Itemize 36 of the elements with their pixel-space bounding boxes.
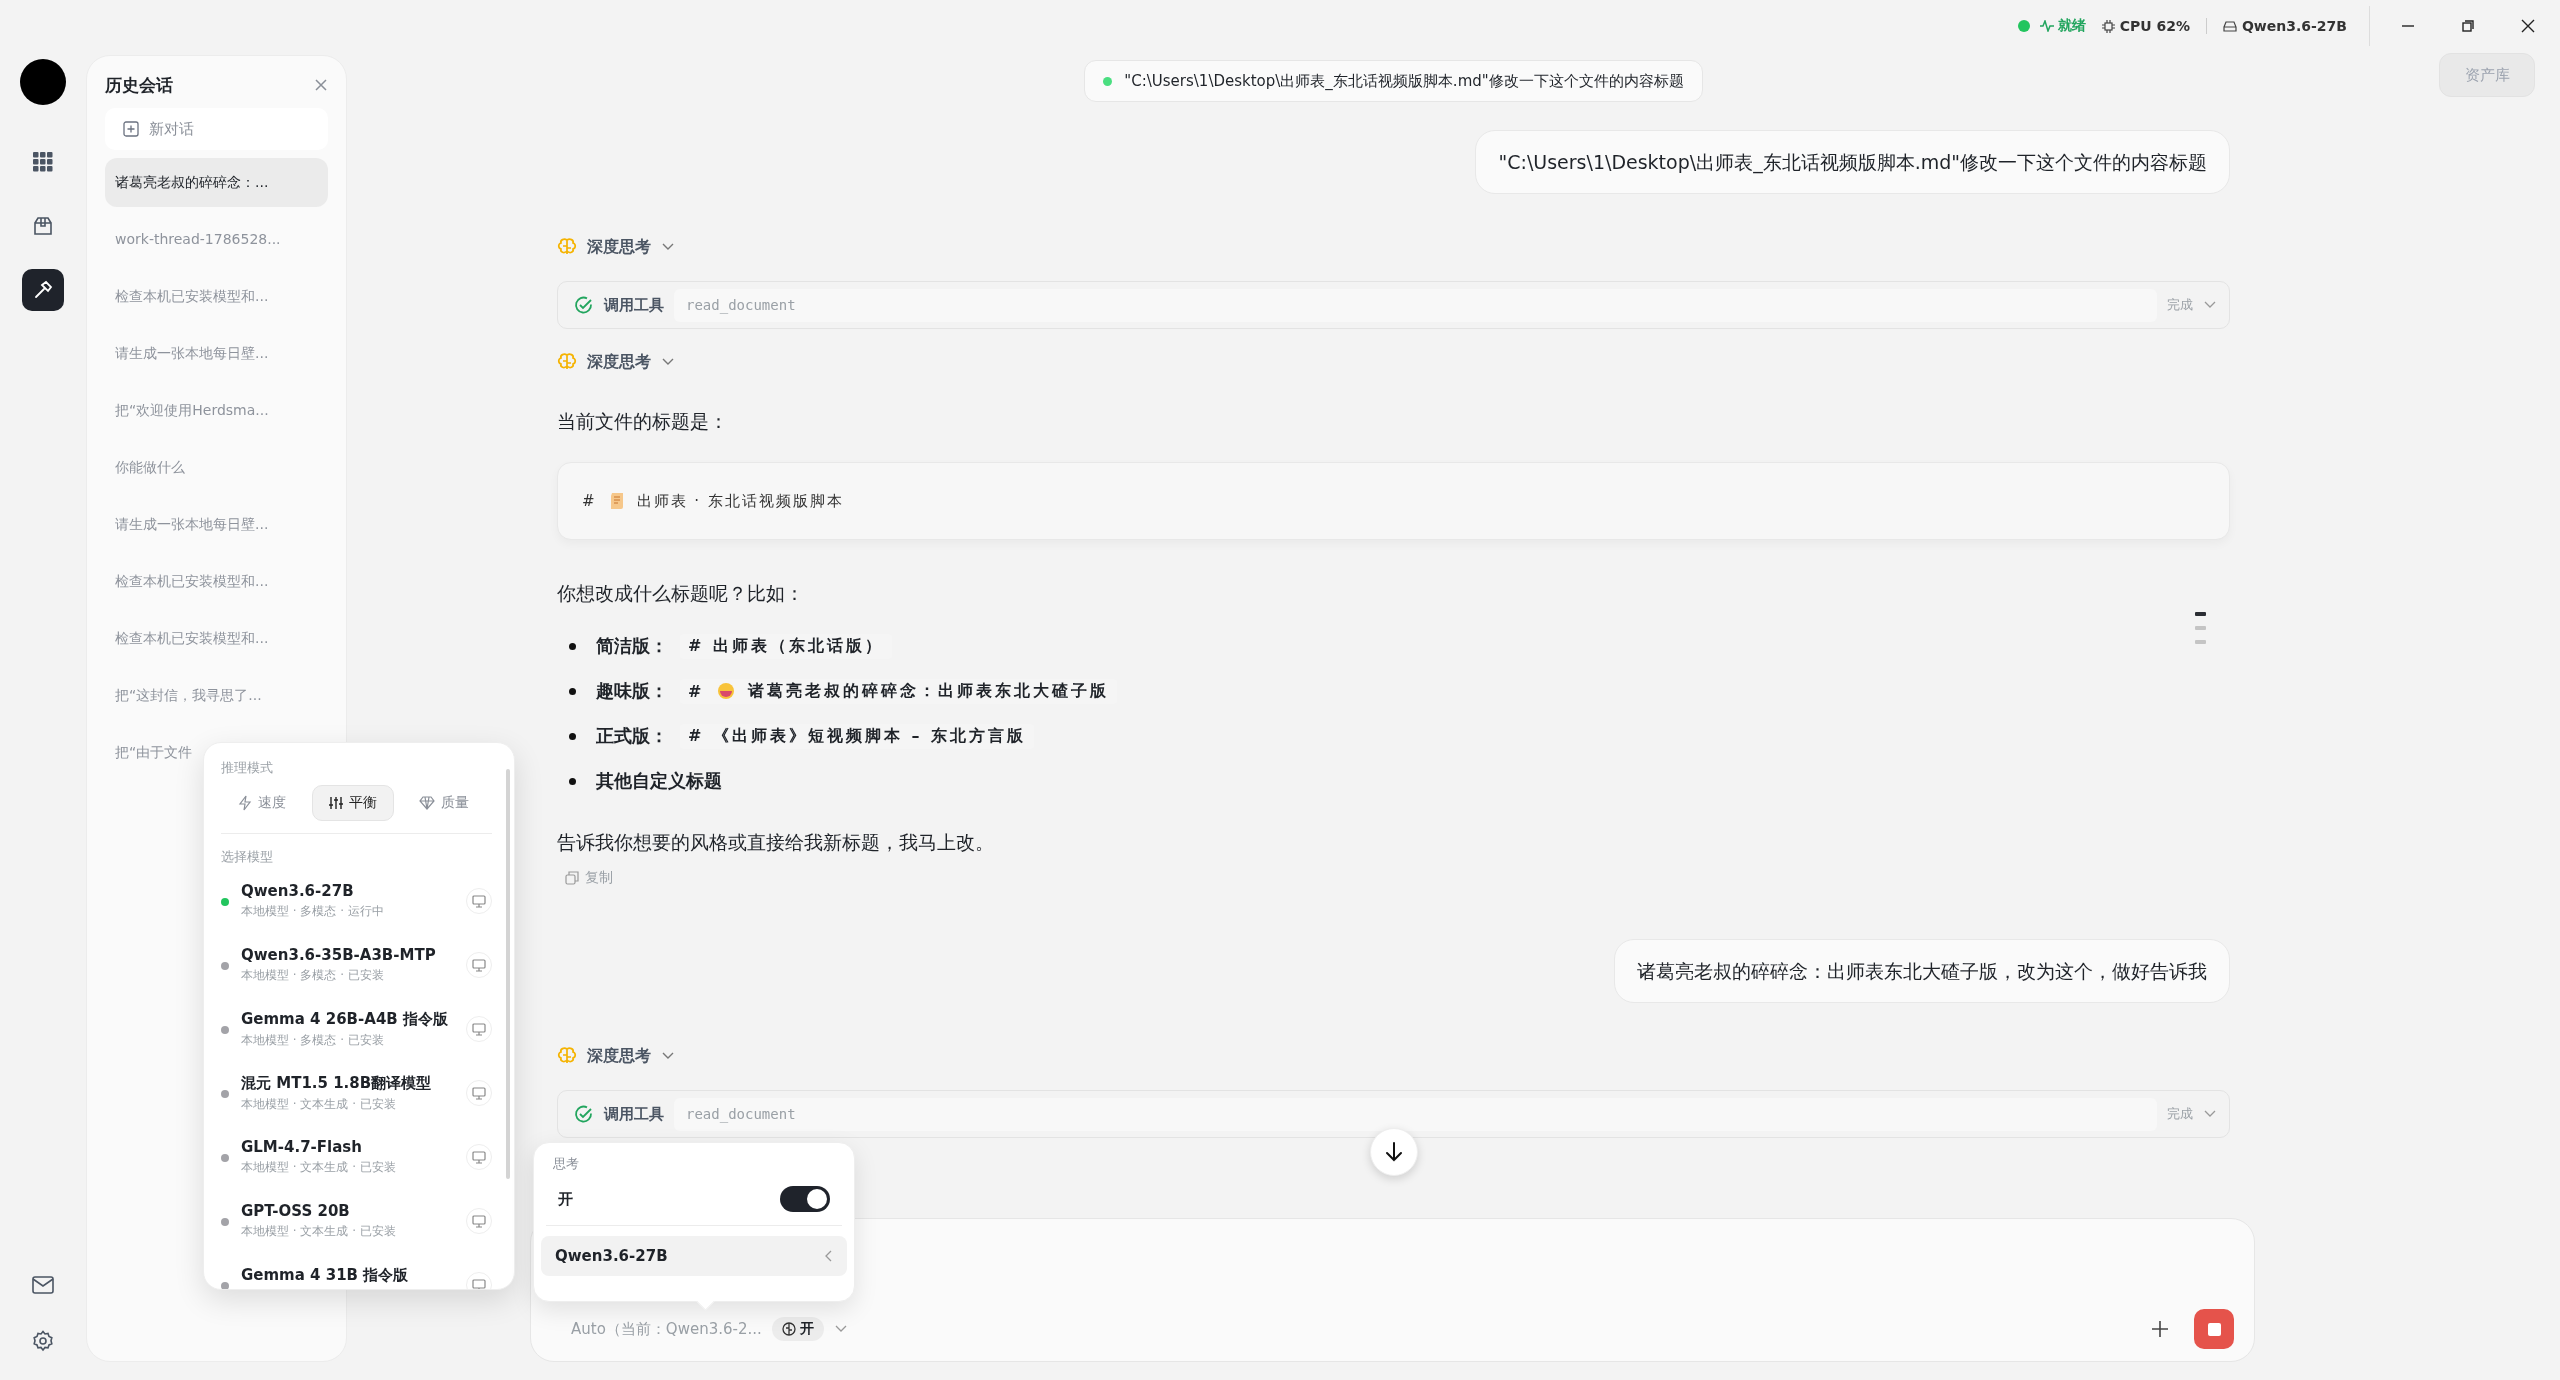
code-text: #	[582, 492, 597, 510]
toggle-label: 开	[558, 1189, 573, 1209]
list-label: 其他自定义标题	[596, 769, 722, 793]
section-label: 选择模型	[221, 848, 274, 866]
list-label: 简洁版：	[596, 634, 668, 658]
answer-text: 你想改成什么标题呢？比如：	[557, 581, 805, 606]
model-meta: 本地模型 · 多模态 · 已安装	[241, 1032, 385, 1049]
task-pill: "C:\Users\1\Desktop\出师表_东北话视频版脚本.md"修改一下这个文件的内容标题	[1084, 60, 1703, 102]
code-text: # 出师表（东北话版）	[688, 635, 884, 657]
section-label: 思考	[552, 1155, 580, 1173]
user-message: "C:\Users\1\Desktop\出师表_东北话视频版脚本.md"修改一下这个文件的内容标题	[1475, 130, 2230, 194]
tool-status: 完成	[2167, 296, 2193, 314]
model-meta: 本地模型 · 文本生成 · 已安装	[241, 1223, 397, 1240]
tool-status: 完成	[2167, 1105, 2193, 1123]
section-label: 推理模式	[221, 759, 274, 777]
tool-label: 调用工具	[604, 1104, 664, 1124]
tool-label: 调用工具	[604, 295, 664, 315]
model-meta: 本地模型 · 文本生成 · 已安装	[241, 1096, 397, 1113]
model-meta: 本地模型 · 多模态 · 已安装	[241, 967, 385, 984]
code-text: #	[688, 681, 705, 701]
cpu-usage: CPU 62%	[2101, 18, 2190, 34]
tool-name-field: read_document	[674, 288, 2157, 322]
model-meta: 本地模型 · 文本生成 · 已安装	[241, 1159, 397, 1176]
code-text: 诸葛亮老叔的碎碎念：出师表东北大碴子版	[748, 680, 1110, 702]
model-meta: 本地模型 · 多模态 · 运行中	[241, 903, 385, 920]
user-message: 诸葛亮老叔的碎碎念：出师表东北大碴子版，改为这个，做好告诉我	[1614, 939, 2230, 1003]
list-label: 趣味版：	[596, 679, 668, 703]
panel-title: 历史会话	[105, 73, 173, 97]
code-text: 出师表 · 东北话视频版脚本	[636, 491, 844, 511]
answer-text: 当前文件的标题是：	[557, 409, 729, 434]
code-text: # 《出师表》短视频脚本 – 东北方言版	[688, 725, 1027, 747]
status-ready: 就绪	[2039, 17, 2086, 35]
active-model: Qwen3.6-27B	[2222, 18, 2347, 34]
list-label: 正式版：	[596, 724, 668, 748]
tool-name-field: read_document	[674, 1097, 2157, 1131]
answer-text: 告诉我你想要的风格或直接给我新标题，我马上改。	[557, 830, 995, 855]
